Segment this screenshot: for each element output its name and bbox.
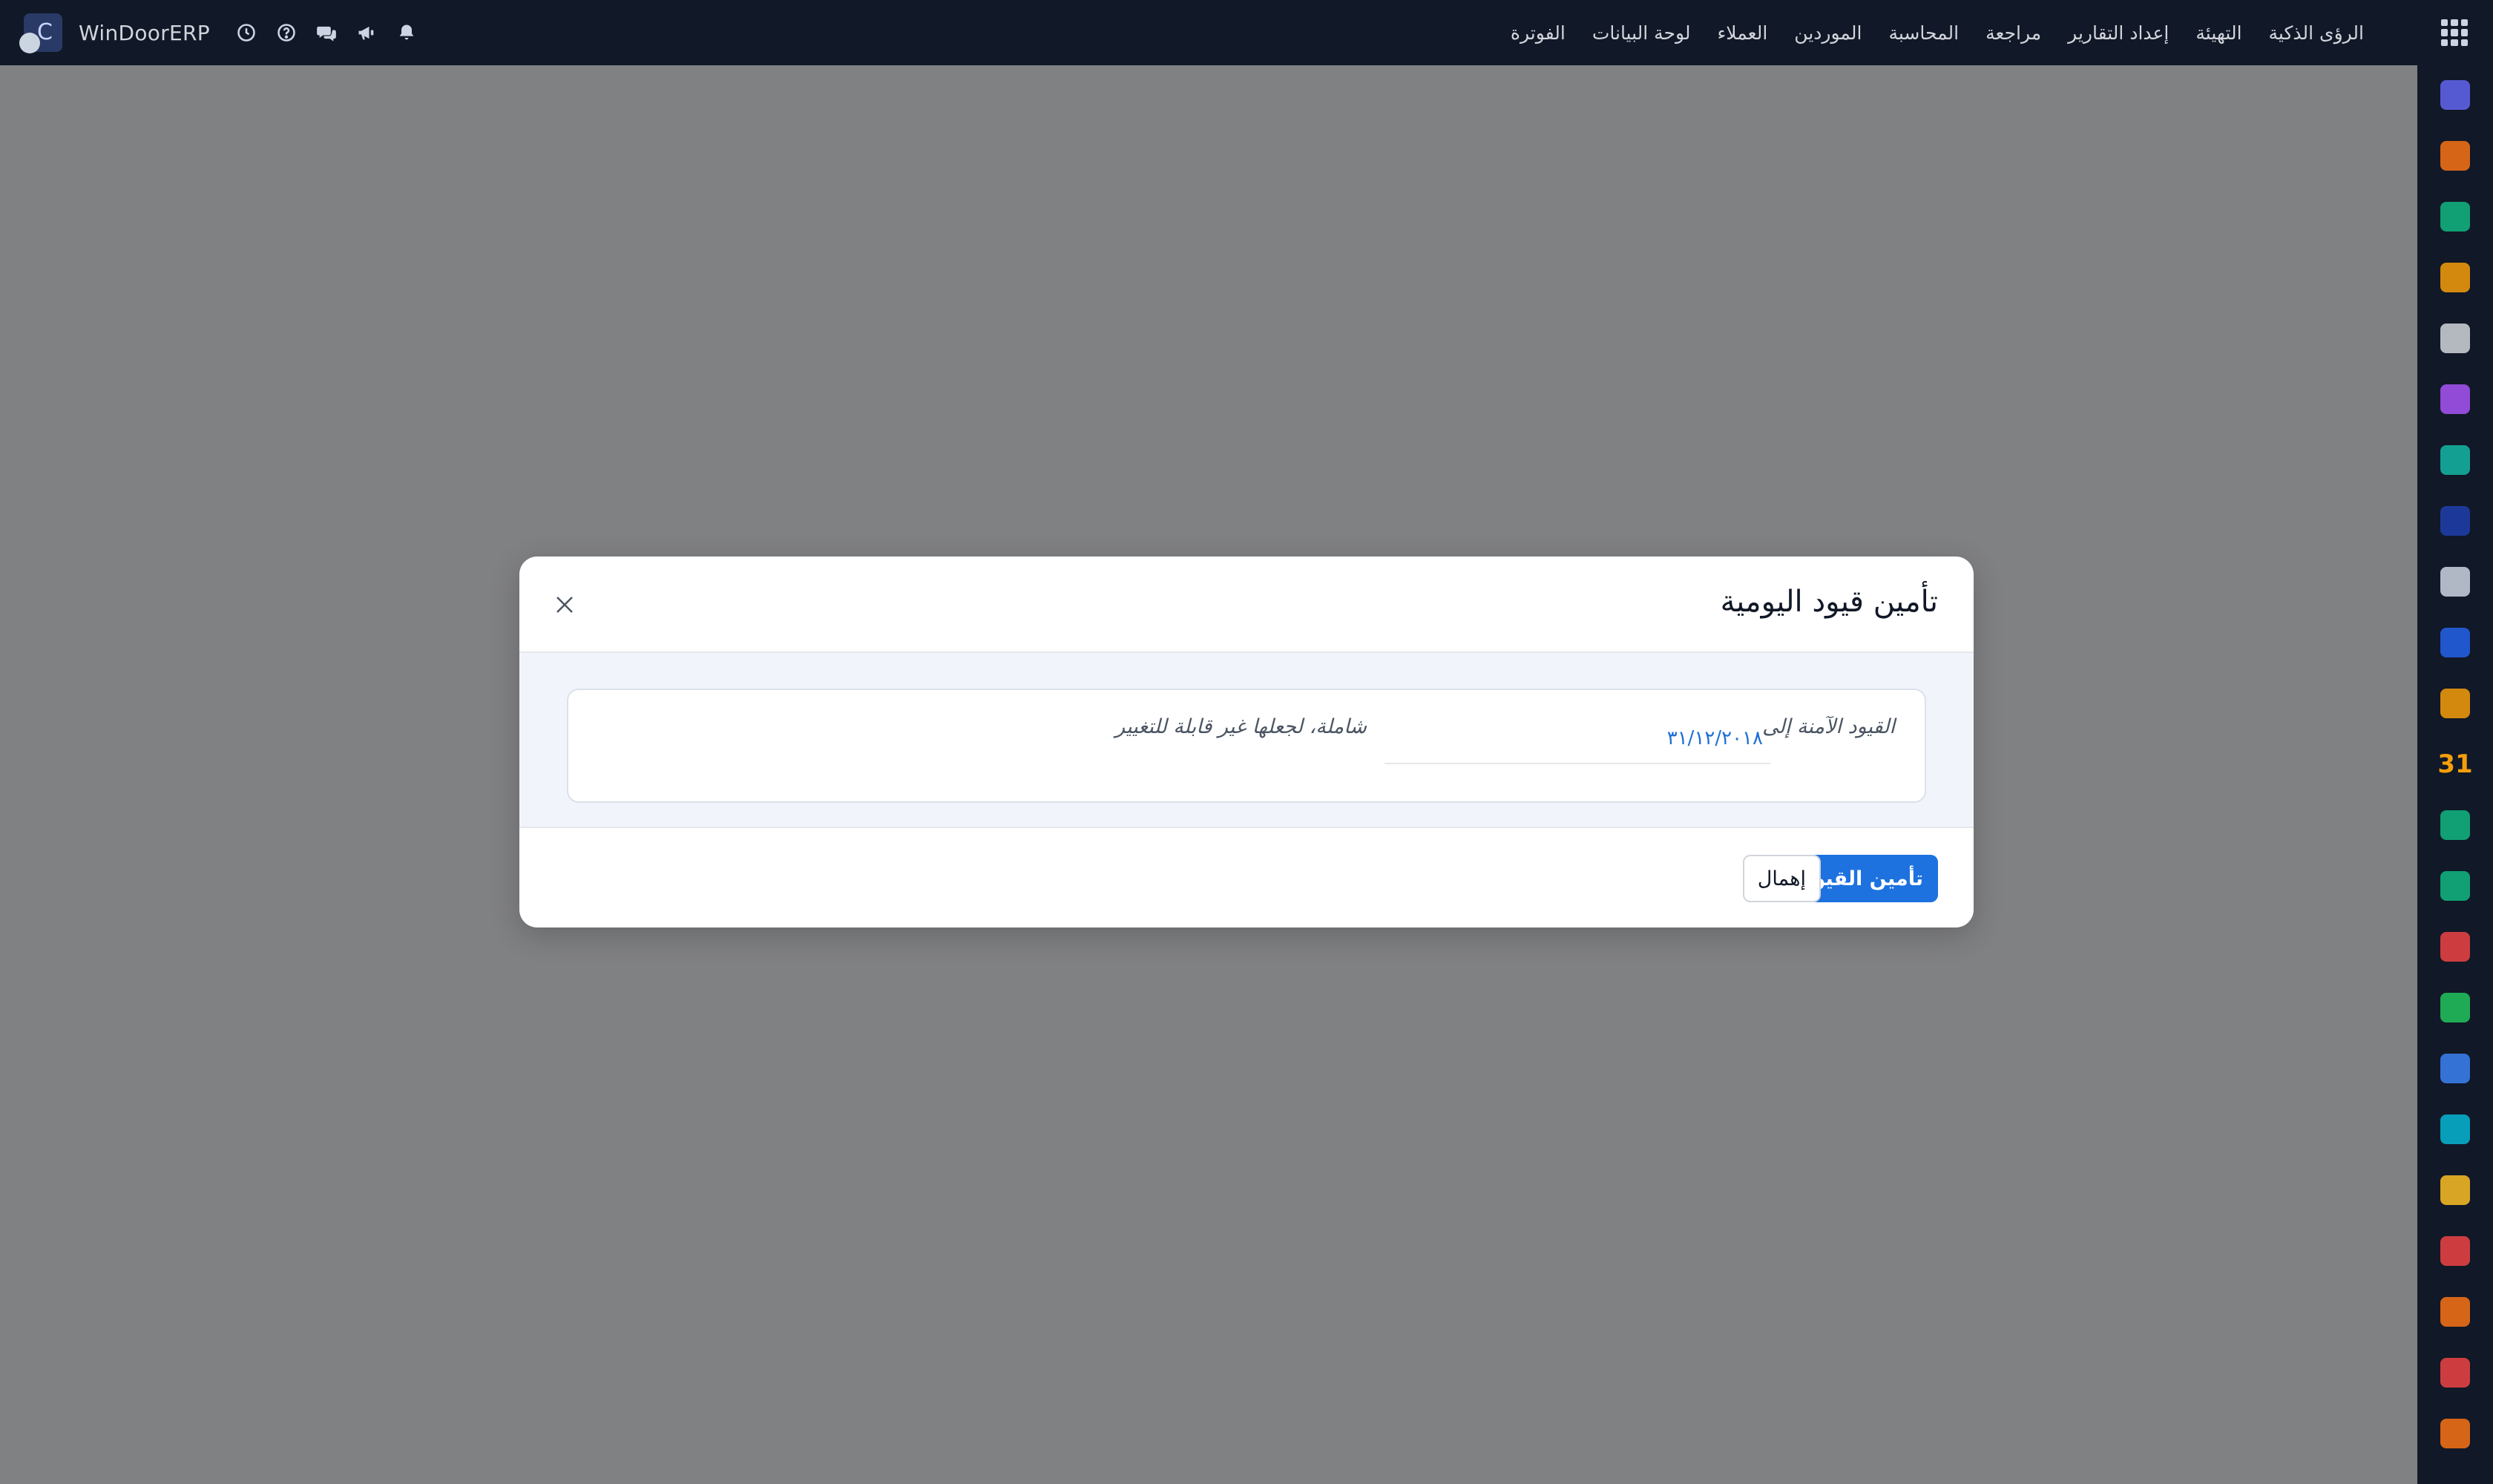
user-avatar-dot	[19, 33, 40, 53]
dialog-header: تأمين قيود اليومية	[519, 556, 1974, 653]
lock-date-card: القيود الآمنة إلى ٣١/١٢/٢٠١٨ شاملة، لجعل…	[567, 689, 1926, 803]
top-navbar: C WinDoorERP الفوترة لوحة البيانات العملاء…	[0, 0, 2417, 65]
send-app-icon[interactable]	[2440, 1175, 2470, 1205]
wave-app-icon[interactable]	[2440, 1114, 2470, 1144]
mail-app-icon[interactable]	[2440, 80, 2470, 110]
bell-icon[interactable]	[387, 0, 427, 65]
reports-app-icon[interactable]	[2440, 263, 2470, 292]
pie-app-icon[interactable]	[2440, 1358, 2470, 1388]
help-icon[interactable]	[266, 0, 306, 65]
company-logo[interactable]: C	[19, 13, 62, 53]
menu-item[interactable]: مراجعة	[1972, 22, 2054, 44]
lock-date-field[interactable]: ٣١/١٢/٢٠١٨	[1385, 715, 1770, 764]
lock-date-label: القيود الآمنة إلى	[1762, 715, 1895, 738]
menu-item[interactable]: المحاسبة	[1875, 22, 1972, 44]
menu-item[interactable]: إعداد التقارير	[2054, 22, 2182, 44]
whatsapp-app-icon[interactable]	[2440, 993, 2470, 1022]
contacts-app-icon[interactable]	[2440, 871, 2470, 901]
app-sidebar: 31	[2417, 0, 2493, 1484]
lock-date-description: شاملة، لجعلها غير قابلة للتغيير	[1115, 715, 1367, 738]
inventory-app-icon[interactable]	[2440, 324, 2470, 353]
employees-app-icon[interactable]	[2440, 384, 2470, 414]
hexagon-app-icon[interactable]	[2440, 1419, 2470, 1448]
chat-icon[interactable]	[306, 0, 346, 65]
menu-item[interactable]: لوحة البيانات	[1579, 22, 1704, 44]
discuss-app-icon[interactable]	[2440, 141, 2470, 171]
main-menu: الفوترة لوحة البيانات العملاء الموردين المحا…	[1497, 22, 2377, 44]
package-app-icon[interactable]	[2440, 567, 2470, 597]
close-icon[interactable]	[548, 588, 582, 622]
navbar-left: C WinDoorERP	[19, 0, 427, 65]
kanban-app-icon[interactable]	[2440, 1236, 2470, 1266]
calendar-app-icon[interactable]: 31	[2437, 749, 2472, 779]
discard-button[interactable]: إهمال	[1742, 855, 1821, 902]
dialog-footer: تأمين القيود إهمال	[519, 828, 1974, 928]
compass-app-icon[interactable]	[2440, 1054, 2470, 1083]
app-list: 31	[2437, 80, 2473, 1480]
tasks-app-icon[interactable]	[2440, 445, 2470, 475]
team-app-icon[interactable]	[2440, 689, 2470, 718]
documents-app-icon[interactable]	[2440, 628, 2470, 657]
menu-item[interactable]: التهيئة	[2182, 22, 2255, 44]
menu-item[interactable]: العملاء	[1704, 22, 1781, 44]
brand-name[interactable]: WinDoorERP	[79, 21, 210, 45]
menu-item[interactable]: الفوترة	[1497, 22, 1579, 44]
dialog-title: تأمين قيود اليومية	[1720, 585, 1938, 619]
clock-icon[interactable]	[226, 0, 266, 65]
box-app-icon[interactable]	[2440, 1297, 2470, 1327]
lock-entries-dialog: تأمين قيود اليومية القيود الآمنة إلى ٣١/…	[519, 556, 1974, 928]
dialog-body: القيود الآمنة إلى ٣١/١٢/٢٠١٨ شاملة، لجعل…	[519, 653, 1974, 828]
lock-date-value: ٣١/١٢/٢٠١٨	[1666, 727, 1763, 749]
megaphone-icon[interactable]	[346, 0, 387, 65]
sign-app-icon[interactable]	[2440, 810, 2470, 840]
dashboard-app-icon[interactable]	[2440, 932, 2470, 962]
menu-item[interactable]: الرؤى الذكية	[2256, 22, 2377, 44]
helpdesk-app-icon[interactable]	[2440, 506, 2470, 536]
menu-item[interactable]: الموردين	[1781, 22, 1875, 44]
vip-app-icon[interactable]	[2440, 202, 2470, 232]
app-grid-icon[interactable]	[2441, 19, 2468, 46]
